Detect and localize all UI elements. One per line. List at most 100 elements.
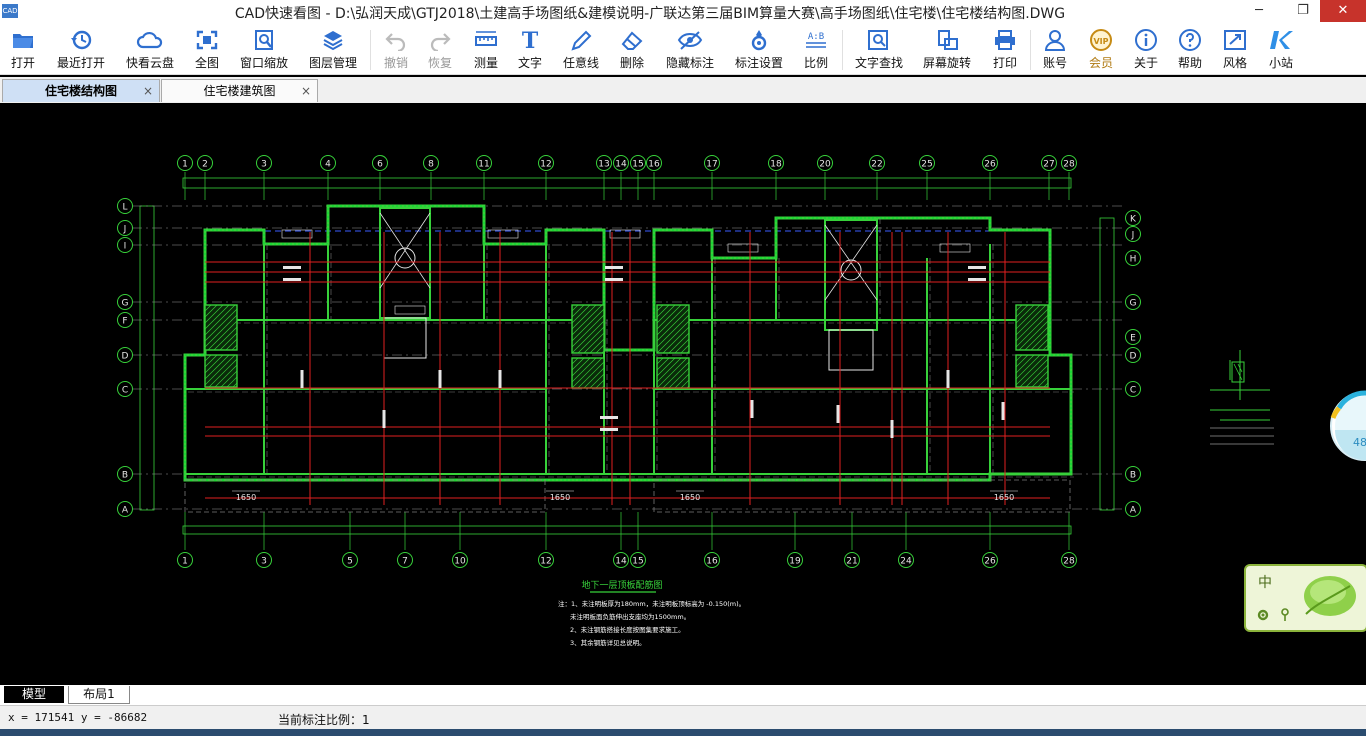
measure-label: 测量 [473,56,498,70]
cloud-disk-button[interactable]: 快看云盘 [120,26,180,72]
bottom-axis-label: 1 [182,557,188,567]
dimension-value: 1650 [236,493,256,502]
layout-tab-bar: 模型 布局1 [0,685,1366,705]
mini-site-button[interactable]: 小站 [1262,26,1300,72]
top-axis-label: 25 [921,160,932,170]
bottom-axis-label: 5 [347,557,353,567]
open-button[interactable]: 打开 [0,26,46,72]
svg-text:48%: 48% [1353,436,1366,449]
scale-ratio-label: 比例 [803,56,828,70]
delete-button[interactable]: 删除 [612,26,652,72]
left-axis-label: D [122,352,129,362]
vip-member-button[interactable]: VIP 会员 [1082,26,1120,72]
svg-text:VIP: VIP [1093,37,1108,46]
hide-annotation-button[interactable]: 隐藏标注 [662,26,718,72]
vip-icon: VIP [1090,29,1112,51]
tab-architecture-drawing[interactable]: 住宅楼建筑图 × [161,79,318,102]
print-label: 打印 [992,56,1017,70]
screen-rotate-button[interactable]: 屏幕旋转 [918,26,976,72]
open-label: 打开 [10,56,35,70]
tab-close-icon[interactable]: × [143,80,153,102]
key-icon[interactable] [1280,608,1290,622]
history-icon [71,30,92,50]
layout1-tab[interactable]: 布局1 [68,686,130,704]
input-method-widget[interactable]: 中 [1244,564,1366,632]
annotation-settings-button[interactable]: 标注设置 [730,26,788,72]
full-view-button[interactable]: 全图 [188,26,226,72]
bottom-axis-label: 12 [540,557,551,567]
tab-close-icon[interactable]: × [301,80,311,102]
note-line-2: 未注明板面负筋伸出支座均为1500mm。 [570,612,690,621]
right-axis-bubbles: KJHGEDCBA [1125,210,1141,517]
undo-icon [385,33,406,51]
scale-ratio-button[interactable]: A:B 比例 [798,26,834,72]
print-button[interactable]: 打印 [986,26,1024,72]
measure-icon [475,31,497,46]
left-dim-line [139,205,155,511]
speed-ball-widget[interactable]: 48% [1327,388,1366,464]
rebar-note [750,400,754,418]
text-button[interactable]: T 文字 [512,26,548,72]
bottom-axis-label: 14 [615,557,627,567]
rebar-note [968,278,986,281]
annotation-scale-status: 当前标注比例：1 [278,713,370,727]
rebar-note [890,420,894,438]
right-axis-label: B [1130,471,1136,481]
top-axis-label: 11 [478,160,489,170]
full-view-label: 全图 [194,56,219,70]
recent-open-button[interactable]: 最近打开 [52,26,110,72]
text-search-button[interactable]: 文字查找 [850,26,908,72]
leaf-icon [1304,576,1356,616]
left-axis-label: J [123,225,127,235]
model-tab[interactable]: 模型 [4,686,64,703]
vip-member-label: 会员 [1088,56,1113,70]
measure-button[interactable]: 测量 [468,26,504,72]
drawing-canvas[interactable]: 1 2 3 4 6 8 11 12 13 14 15 16 17 18 20 22 25 26 27 28 13571… [0,103,1366,685]
rotate-icon [938,30,958,50]
top-axis-label: 13 [598,160,609,170]
window-zoom-button[interactable]: 窗口缩放 [236,26,292,72]
about-button[interactable]: 关于 [1128,26,1164,72]
left-axis-label: C [122,386,128,396]
dimension-value: 1650 [680,493,700,502]
help-button[interactable]: 帮助 [1172,26,1208,72]
freeline-button[interactable]: 任意线 [558,26,604,72]
rebar-note [300,370,304,388]
account-button[interactable]: 账号 [1036,26,1074,72]
bottom-axis-label: 19 [789,557,801,567]
tab-structure-drawing[interactable]: 住宅楼结构图 × [2,79,160,102]
tab-label: 住宅楼结构图 [44,84,117,98]
restore-button[interactable]: ❐ [1288,0,1318,22]
rebar-note [836,405,840,423]
cloud-disk-label: 快看云盘 [125,56,174,70]
account-label: 账号 [1042,56,1067,70]
undo-button[interactable]: 撤销 [378,26,414,72]
close-button[interactable]: ✕ [1320,0,1366,22]
style-label: 风格 [1222,56,1247,70]
rebar-note [605,266,623,269]
dimension-value: 1650 [994,493,1014,502]
svg-text:T: T [522,29,539,51]
help-label: 帮助 [1177,56,1202,70]
text-label: 文字 [517,56,542,70]
minimize-button[interactable]: ─ [1244,0,1274,22]
fullview-icon [196,30,218,50]
layer-manager-button[interactable]: 图层管理 [304,26,362,72]
printer-icon [995,30,1015,50]
top-axis-label: 17 [706,160,717,170]
user-icon [1044,30,1066,51]
tab-label: 住宅楼建筑图 [203,84,276,98]
cad-drawing[interactable]: 1 2 3 4 6 8 11 12 13 14 15 16 17 18 20 22 25 26 27 28 13571… [0,103,1366,685]
text-search-icon [868,30,888,50]
top-axis-label: 1 [182,160,188,170]
style-button[interactable]: 风格 [1216,26,1254,72]
top-axis-label: 6 [377,160,383,170]
outer-wall-hatch [184,205,1072,481]
settings-icon [751,30,767,51]
delete-label: 删除 [619,56,644,70]
redo-button[interactable]: 恢复 [422,26,458,72]
top-axis-label: 20 [819,160,831,170]
text-search-label: 文字查找 [854,56,903,70]
gear-icon[interactable] [1256,608,1270,622]
ime-mode-label[interactable]: 中 [1258,572,1272,592]
